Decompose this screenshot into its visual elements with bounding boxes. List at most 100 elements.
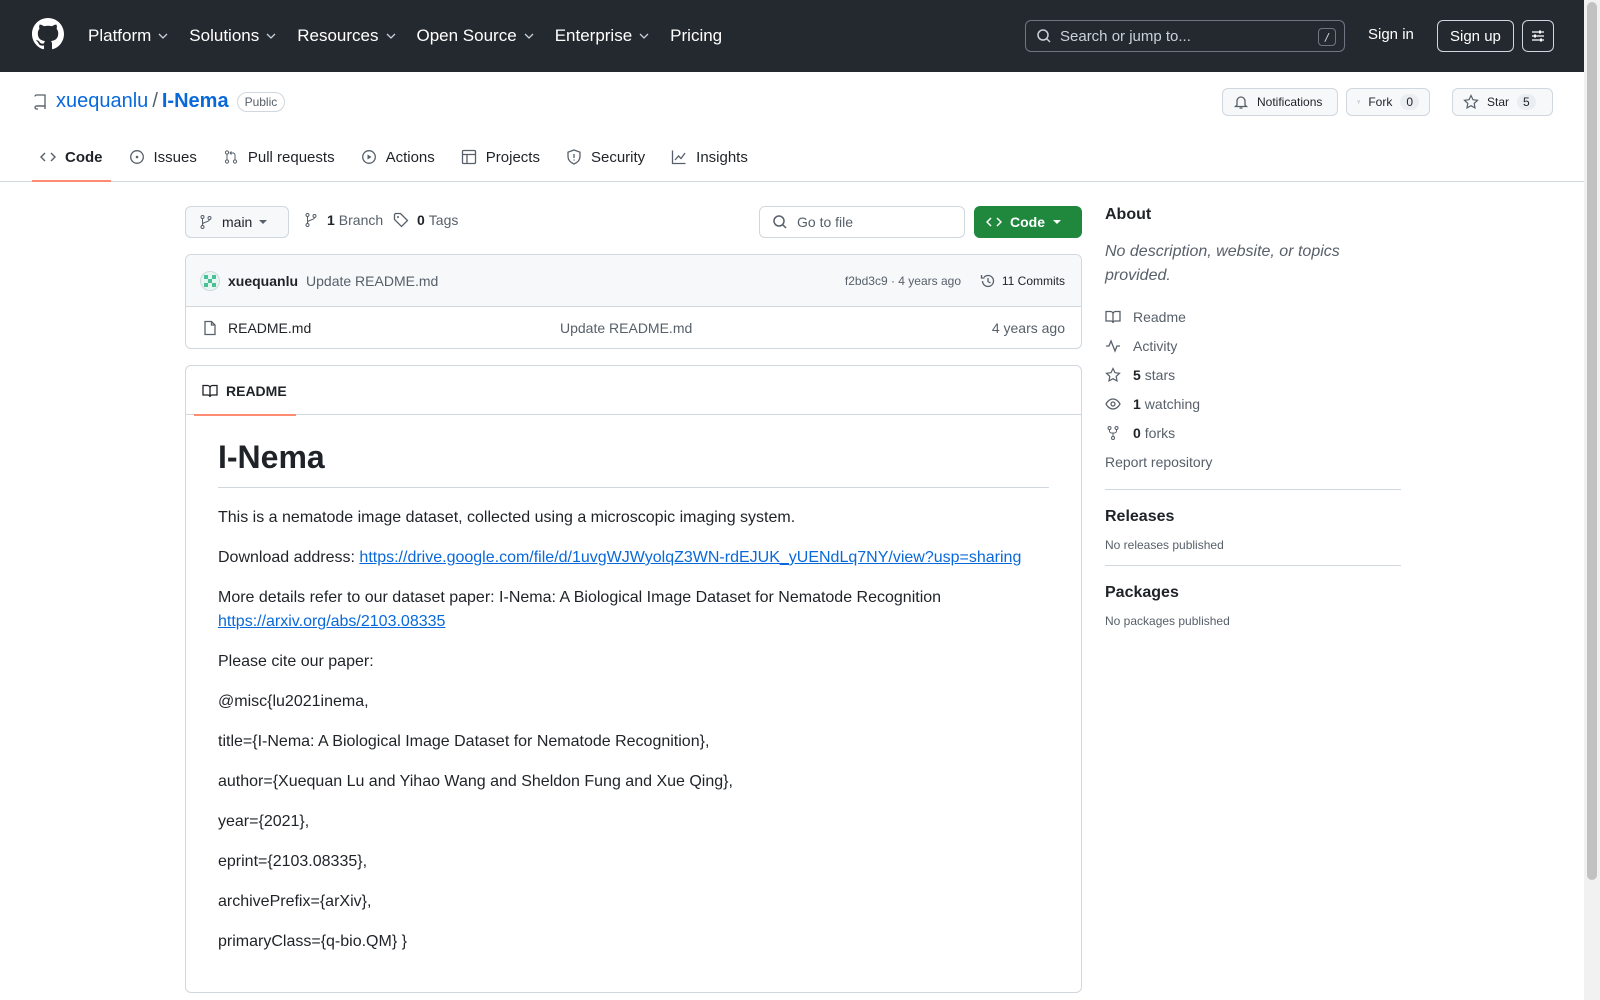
code-button-label: Code: [1010, 214, 1045, 230]
tab-actions[interactable]: Actions: [353, 132, 443, 182]
table-row[interactable]: README.md Update README.md 4 years ago: [186, 307, 1081, 348]
cite-line: eprint={2103.08335},: [218, 853, 368, 870]
tab-issues[interactable]: Issues: [121, 132, 205, 182]
repo-owner-link[interactable]: xuequanlu: [56, 90, 148, 113]
nav-platform[interactable]: Platform: [80, 18, 177, 54]
pull-request-icon: [224, 150, 237, 164]
tab-label: Projects: [485, 148, 540, 166]
tab-insights[interactable]: Insights: [663, 132, 756, 182]
go-to-file-placeholder: Go to file: [797, 214, 854, 230]
issue-icon: [129, 150, 144, 164]
repo-name-link[interactable]: I-Nema: [162, 90, 229, 113]
activity-link-label: Activity: [1133, 337, 1178, 354]
tab-code[interactable]: Code: [32, 132, 111, 182]
tab-pull-requests[interactable]: Pull requests: [215, 132, 343, 182]
readme-intro: This is a nematode image dataset, collec…: [218, 509, 796, 526]
commit-author-link[interactable]: xuequanlu: [228, 273, 298, 289]
nav-label: Platform: [88, 26, 152, 45]
fork-icon: [1107, 425, 1119, 440]
commits-count-label: 11 Commits: [1001, 273, 1065, 288]
sign-in-link[interactable]: Sign in: [1368, 26, 1414, 43]
divider: [1105, 489, 1401, 490]
nav-open-source[interactable]: Open Source: [409, 18, 543, 54]
readme-link-label: Readme: [1133, 308, 1186, 325]
nav-label: Solutions: [189, 26, 260, 45]
branch-icon: [305, 213, 317, 227]
notifications-button[interactable]: Notifications: [1222, 88, 1338, 116]
file-name-link[interactable]: README.md: [228, 320, 311, 336]
repo-separator: /: [152, 90, 158, 112]
file-commit-message[interactable]: Update README.md: [560, 320, 692, 336]
readme-header: README: [186, 366, 1081, 416]
tab-label: Code: [65, 148, 103, 166]
latest-commit-row: xuequanlu Update README.md f2bd3c9 · 4 y…: [186, 255, 1081, 307]
tab-label: Issues: [153, 148, 197, 166]
code-icon: [40, 152, 56, 162]
nav-label: Resources: [297, 26, 379, 45]
cite-line: primaryClass={q-bio.QM} }: [218, 933, 407, 950]
scrollbar-thumb[interactable]: [1587, 2, 1597, 880]
fork-icon: [1357, 100, 1360, 104]
tab-label: Actions: [385, 148, 435, 166]
slash-shortcut: /: [1318, 28, 1336, 46]
download-link[interactable]: https://drive.google.com/file/d/1uvgWJWy…: [359, 549, 1021, 566]
tab-projects[interactable]: Projects: [453, 132, 548, 182]
cite-line: title={I-Nema: A Biological Image Datase…: [218, 733, 710, 750]
code-button[interactable]: Code: [974, 206, 1082, 238]
stars-link[interactable]: 5 stars: [1105, 360, 1401, 389]
readme-tab-label: README: [226, 382, 287, 399]
commit-hash-time[interactable]: f2bd3c9 · 4 years ago: [845, 274, 961, 288]
commits-history-link[interactable]: 11 Commits: [980, 273, 1065, 289]
arxiv-link[interactable]: https://arxiv.org/abs/2103.08335: [218, 613, 445, 630]
notifications-label: Notifications: [1257, 95, 1323, 109]
packages-heading[interactable]: Packages: [1105, 584, 1401, 602]
about-sidebar: About No description, website, or topics…: [1105, 206, 1401, 628]
avatar[interactable]: [200, 270, 220, 291]
download-prefix: Download address:: [218, 549, 360, 566]
caret-down-icon: [259, 220, 267, 224]
star-icon: [1463, 94, 1479, 110]
chevron-down-icon: [524, 33, 534, 39]
releases-heading[interactable]: Releases: [1105, 508, 1401, 526]
star-button[interactable]: Star 5: [1452, 88, 1553, 116]
file-icon: [204, 320, 216, 336]
graph-icon: [672, 150, 686, 165]
pulse-icon: [1106, 338, 1120, 353]
top-nav: Platform Solutions Resources Open Source…: [80, 0, 734, 72]
watching-link[interactable]: 1 watching: [1105, 389, 1401, 418]
tags-link[interactable]: 0 Tags: [393, 212, 458, 228]
nav-pricing[interactable]: Pricing: [662, 18, 730, 54]
tab-label: Pull requests: [247, 148, 335, 166]
file-commit-time: 4 years ago: [991, 320, 1065, 336]
eye-icon: [1105, 397, 1121, 410]
divider: [1105, 565, 1401, 566]
cite-line: @misc{lu2021inema,: [218, 693, 369, 710]
report-repository-link[interactable]: Report repository: [1105, 447, 1401, 476]
nav-resources[interactable]: Resources: [289, 18, 404, 54]
nav-label: Enterprise: [554, 26, 633, 45]
go-to-file-input[interactable]: Go to file: [759, 206, 965, 238]
readme-download: Download address: https://drive.google.c…: [218, 546, 1049, 570]
nav-label: Pricing: [670, 26, 723, 45]
commit-message-link[interactable]: Update README.md: [306, 273, 438, 289]
visibility-badge: Public: [236, 91, 286, 112]
page-scrollbar[interactable]: [1584, 0, 1600, 1000]
branches-link[interactable]: 1 Branch: [303, 212, 383, 228]
tab-security[interactable]: Security: [558, 132, 653, 182]
fork-button[interactable]: Fork 0: [1346, 88, 1430, 116]
sign-up-button[interactable]: Sign up: [1437, 20, 1514, 52]
search-input[interactable]: Search or jump to... /: [1025, 20, 1345, 52]
play-icon: [361, 150, 376, 164]
activity-link[interactable]: Activity: [1105, 331, 1401, 360]
nav-enterprise[interactable]: Enterprise: [547, 18, 658, 54]
readme-tab[interactable]: README: [194, 366, 296, 416]
nav-solutions[interactable]: Solutions: [181, 18, 285, 54]
sliders-icon: [1532, 30, 1544, 42]
readme-link[interactable]: Readme: [1105, 302, 1401, 331]
branch-count: 1: [327, 212, 335, 228]
menu-button[interactable]: [1522, 20, 1554, 52]
details-text: More details refer to our dataset paper:…: [218, 589, 942, 606]
github-logo-icon[interactable]: [32, 18, 64, 50]
forks-link[interactable]: 0 forks: [1105, 418, 1401, 447]
branch-select[interactable]: main: [185, 206, 289, 238]
